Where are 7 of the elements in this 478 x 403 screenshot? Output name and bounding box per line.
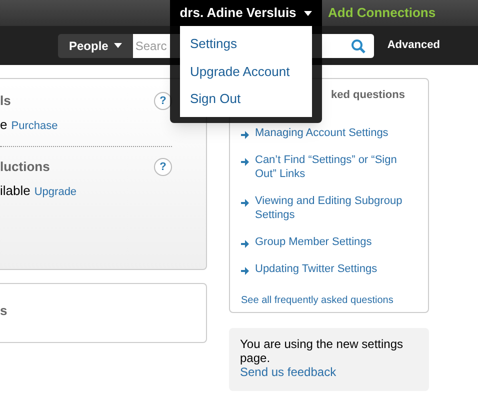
status-text: e [0, 116, 8, 134]
status-text: ilable [0, 182, 30, 200]
feedback-text: You are using the new settings page. [240, 337, 404, 365]
faq-heading: ked questions [330, 88, 406, 103]
section-heading: ls [0, 92, 11, 110]
section-heading: s [0, 303, 8, 318]
section-heading: luctions [0, 158, 50, 176]
